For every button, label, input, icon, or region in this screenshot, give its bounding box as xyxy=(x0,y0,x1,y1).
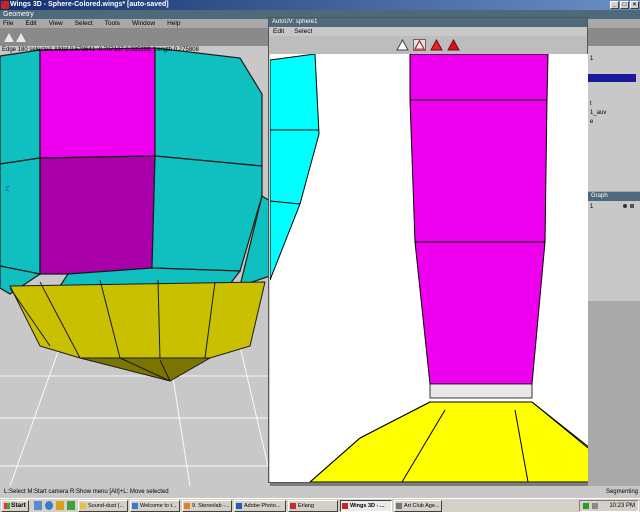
mesh-face xyxy=(154,47,263,167)
task-welcome[interactable]: Welcome to t... xyxy=(130,500,180,512)
uv-map xyxy=(270,54,588,482)
show-desktop-icon[interactable] xyxy=(34,501,42,510)
task-erlang[interactable]: Erlang xyxy=(288,500,338,512)
task-art-club[interactable]: Art Club Age... xyxy=(394,500,442,512)
mesh-face xyxy=(151,155,263,272)
autouv-toolbar xyxy=(269,36,587,54)
document-icon xyxy=(396,503,402,509)
menu-window[interactable]: Window xyxy=(132,19,155,28)
graph-row[interactable]: 1 xyxy=(590,204,593,210)
menu-help[interactable]: Help xyxy=(167,19,180,28)
windows-logo-icon xyxy=(4,503,10,509)
graph-window-title[interactable]: Graph xyxy=(588,192,640,201)
uv-face xyxy=(409,54,549,101)
uv-canvas[interactable] xyxy=(270,54,588,482)
uv-face xyxy=(414,241,546,385)
outliner-panel: 1 t 1_auv e xyxy=(588,46,640,191)
sphere-mesh xyxy=(0,47,270,486)
mesh-face xyxy=(39,155,156,275)
folder-icon xyxy=(80,503,86,509)
task-wings3d[interactable]: Wings 3D - ... xyxy=(340,500,392,512)
uv-island xyxy=(270,54,320,281)
menu-tools[interactable]: Tools xyxy=(105,19,120,28)
mesh-face xyxy=(9,281,266,359)
windows-taskbar: Start Sound-dust (... Welcome to t... 9.… xyxy=(0,498,640,512)
system-tray: 10:23 PM xyxy=(579,500,639,512)
app-title: Wings 3D - Sphere-Colored.wings* [auto-s… xyxy=(10,1,169,8)
graph-panel: 1 xyxy=(588,201,640,301)
selection-info: Edge 180 selected, Mdpt 0.578641 -0.7071… xyxy=(2,47,199,53)
axis-label-z: Z xyxy=(5,186,10,193)
close-button[interactable]: × xyxy=(630,1,639,9)
autouv-title-bar[interactable]: AutoUV: sphere1 xyxy=(269,18,587,27)
task-sound-dust[interactable]: Sound-dust (... xyxy=(78,500,128,512)
browser-icon[interactable] xyxy=(45,501,53,510)
eye-icon[interactable] xyxy=(623,204,627,208)
menu-view[interactable]: View xyxy=(49,19,63,28)
menu-select[interactable]: Select xyxy=(75,19,93,28)
3d-viewport[interactable]: Z xyxy=(0,46,270,486)
mesh-face xyxy=(0,157,41,275)
task-photoshop[interactable]: Adobe Photo... xyxy=(234,500,286,512)
menu-edit[interactable]: Edit xyxy=(25,19,36,28)
media-player-icon xyxy=(184,503,190,509)
uv-edge-mode-icon[interactable] xyxy=(413,39,426,51)
wings-app-icon xyxy=(1,1,9,9)
status-bar: L:Select M:Start camera R:Show menu [Alt… xyxy=(0,486,640,498)
quicklaunch-icon[interactable] xyxy=(67,501,75,510)
status-hint: L:Select M:Start camera R:Show menu [Alt… xyxy=(4,489,169,495)
mesh-face xyxy=(0,49,41,165)
app-title-bar[interactable]: Wings 3D - Sphere-Colored.wings* [auto-s… xyxy=(0,0,640,10)
start-button[interactable]: Start xyxy=(1,500,29,512)
outliner-row[interactable]: t xyxy=(590,101,592,107)
volume-icon[interactable] xyxy=(592,503,598,509)
mesh-face xyxy=(39,47,156,159)
uv-face xyxy=(429,383,533,399)
autouv-window: AutoUV: sphere1 Edit Select xyxy=(268,17,588,483)
task-stereolab[interactable]: 9. Stereolab -... xyxy=(182,500,232,512)
erlang-icon xyxy=(290,503,296,509)
start-label: Start xyxy=(11,502,26,509)
photoshop-icon xyxy=(236,503,242,509)
uv-face xyxy=(409,99,548,243)
autouv-menu-select[interactable]: Select xyxy=(294,27,312,36)
minimize-button[interactable]: _ xyxy=(610,1,619,9)
autouv-menu-edit[interactable]: Edit xyxy=(273,27,284,36)
outliner-row[interactable]: e xyxy=(590,119,593,125)
uv-body-mode-icon[interactable] xyxy=(447,39,460,51)
uv-vertex-mode-icon[interactable] xyxy=(396,39,409,51)
browser-icon xyxy=(132,503,138,509)
wings-app-icon xyxy=(342,503,348,509)
clock[interactable]: 10:23 PM xyxy=(609,503,635,509)
outliner-row[interactable]: 1 xyxy=(590,56,593,62)
uv-face-mode-icon[interactable] xyxy=(430,39,443,51)
lock-icon[interactable] xyxy=(630,204,634,208)
folder-icon[interactable] xyxy=(56,501,64,510)
edge-mode-icon[interactable] xyxy=(16,33,26,42)
vertex-mode-icon[interactable] xyxy=(4,33,14,42)
maximize-button[interactable]: □ xyxy=(620,1,629,9)
status-mode: Segmenting xyxy=(605,489,638,495)
autouv-menu-bar: Edit Select xyxy=(269,27,587,36)
outliner-selected-row[interactable] xyxy=(588,74,636,82)
outliner-row[interactable]: 1_auv xyxy=(590,110,606,116)
network-icon[interactable] xyxy=(583,503,589,509)
menu-file[interactable]: File xyxy=(3,19,13,28)
window-controls: _ □ × xyxy=(610,1,639,9)
